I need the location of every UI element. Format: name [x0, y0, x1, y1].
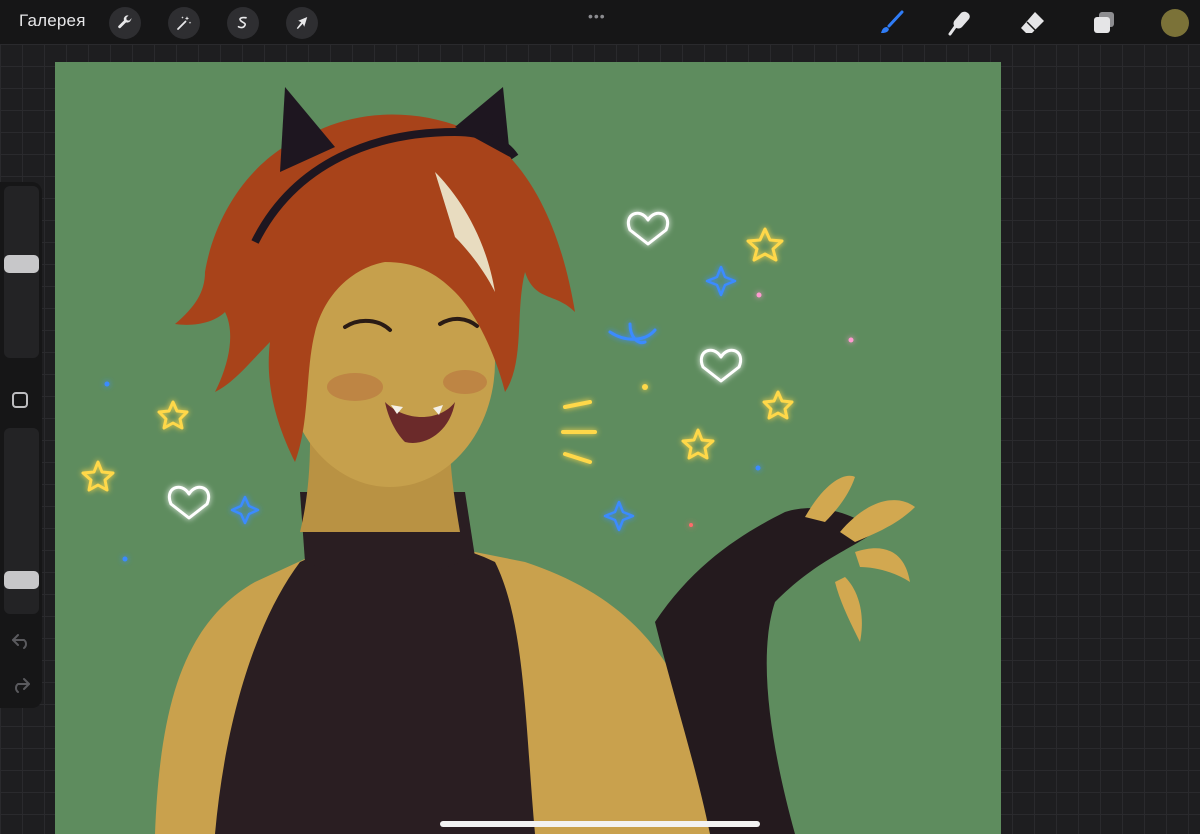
- drawing-canvas[interactable]: [55, 62, 1001, 834]
- home-indicator[interactable]: [440, 821, 760, 827]
- brush-size-thumb[interactable]: [4, 255, 39, 273]
- gallery-button[interactable]: Галерея: [19, 11, 86, 31]
- layers-button[interactable]: [1088, 7, 1120, 39]
- actions-button[interactable]: [109, 7, 141, 39]
- left-sidebar: [0, 182, 42, 708]
- artwork-illustration: [81, 87, 915, 834]
- layers-icon: [1094, 12, 1114, 33]
- more-menu-button[interactable]: •••: [588, 8, 606, 24]
- color-picker-button[interactable]: [1161, 9, 1189, 37]
- eraser-tool-button[interactable]: [1016, 7, 1048, 39]
- magic-wand-icon: [177, 16, 192, 30]
- selection-s-icon: [237, 16, 247, 29]
- smudge-tool-button[interactable]: [944, 7, 976, 39]
- brush-icon: [881, 10, 904, 33]
- redo-arrow-icon[interactable]: [10, 676, 32, 694]
- undo-arrow-icon[interactable]: [10, 632, 32, 650]
- adjustments-button[interactable]: [168, 7, 200, 39]
- top-toolbar: Галерея •••: [0, 0, 1200, 44]
- arrow-cursor-icon: [296, 17, 308, 29]
- brush-tool-button[interactable]: [875, 7, 907, 39]
- modify-button[interactable]: [12, 392, 28, 408]
- opacity-thumb[interactable]: [4, 571, 39, 589]
- wrench-icon: [118, 15, 132, 29]
- eraser-icon: [1021, 12, 1044, 33]
- smudge-finger-icon: [948, 11, 970, 36]
- opacity-slider[interactable]: [4, 428, 39, 614]
- brush-size-slider[interactable]: [4, 186, 39, 358]
- transform-button[interactable]: [286, 7, 318, 39]
- selection-button[interactable]: [227, 7, 259, 39]
